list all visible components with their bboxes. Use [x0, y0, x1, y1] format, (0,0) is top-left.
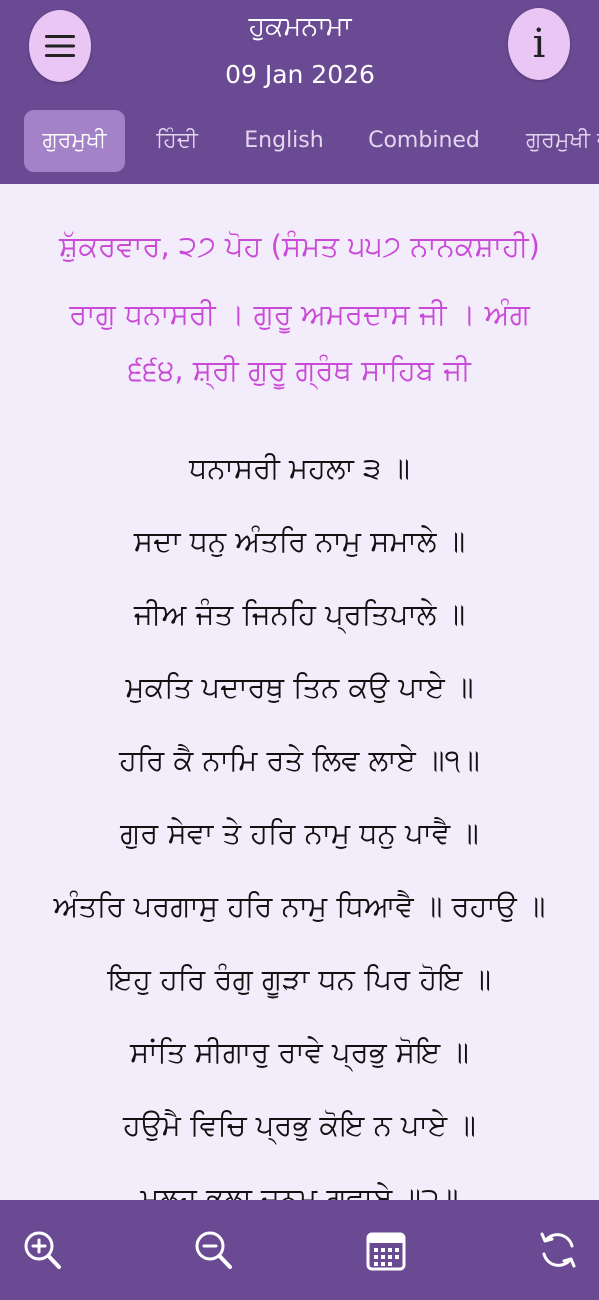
zoom-in-icon	[24, 1231, 61, 1269]
info-icon: i	[532, 21, 546, 67]
app-header: ਹੁਕਮਨਾਮਾ 09 Jan 2026 i ਗੁਰਮੁਖੀ ਹਿੰਦੀ Eng…	[0, 0, 599, 184]
info-button[interactable]: i	[508, 8, 570, 80]
tab-english[interactable]: English	[234, 110, 334, 172]
zoom-in-button[interactable]	[20, 1226, 64, 1274]
calendar-button[interactable]	[364, 1226, 408, 1274]
verse-line: ਸਦਾ ਧਨੁ ਅੰਤਰਿ ਨਾਮੁ ਸਮਾਲੇ ॥	[133, 524, 466, 558]
refresh-icon	[540, 1232, 576, 1268]
hukamnama-content[interactable]: ਸ਼ੁੱਕਰਵਾਰ, ੨੭ ਪੋਹ (ਸੰਮਤ ੫੫੭ ਨਾਨਕਸ਼ਾਹੀ) ਰ…	[0, 184, 599, 1200]
verse-line: ਹਉਮੈ ਵਿਚਿ ਪ੍ਰਭੁ ਕੋਇ ਨ ਪਾਏ ॥	[123, 1108, 476, 1142]
calendar-icon	[366, 1232, 406, 1271]
verse-line: ਅੰਤਰਿ ਪਰਗਾਸੁ ਹਰਿ ਨਾਮੁ ਧਿਆਵੈ ॥ ਰਹਾਉ ॥	[53, 889, 546, 923]
hamburger-menu-icon	[45, 35, 75, 57]
page-title: ਹੁਕਮਨਾਮਾ	[248, 11, 352, 42]
verse-line: ਗੁਰ ਸੇਵਾ ਤੇ ਹਰਿ ਨਾਮੁ ਧਨੁ ਪਾਵੈ ॥	[120, 816, 479, 850]
verse-line: ਮੂਲਹੁ ਭੁਲਾ ਜਨਮੁ ਗਵਾਏ ॥੨॥	[140, 1181, 459, 1200]
tab-combined[interactable]: Combined	[360, 110, 488, 172]
zoom-out-button[interactable]	[191, 1226, 235, 1274]
verse-line: ਇਹੁ ਹਰਿ ਰੰਗੁ ਗੂੜਾ ਧਨ ਪਿਰ ਹੋਇ ॥	[107, 962, 492, 996]
language-tabs: ਗੁਰਮੁਖੀ ਹਿੰਦੀ English Combined ਗੁਰਮੁਖੀ ਵ	[0, 110, 599, 174]
ang-source-line: ੬੬੪, ਸ਼੍ਰੀ ਗੁਰੂ ਗ੍ਰੰਥ ਸਾਹਿਬ ਜੀ	[128, 353, 471, 387]
zoom-out-icon	[195, 1231, 232, 1269]
verse-line: ਹਰਿ ਕੈ ਨਾਮਿ ਰਤੇ ਲਿਵ ਲਾਏ ॥੧॥	[119, 743, 480, 777]
menu-button[interactable]	[29, 10, 91, 82]
verse-line: ਸਾਂਤਿ ਸੀਗਾਰੁ ਰਾਵੇ ਪ੍ਰਭੁ ਸੋਇ ॥	[130, 1035, 469, 1069]
tab-gurmukhi-more[interactable]: ਗੁਰਮੁਖੀ ਵ	[514, 110, 599, 172]
verse-line: ਜੀਅ ਜੰਤ ਜਿਨਹਿ ਪ੍ਰਤਿਪਾਲੇ ॥	[133, 597, 466, 631]
tab-hindi[interactable]: ਹਿੰਦੀ	[138, 110, 216, 172]
raag-author-line: ਰਾਗੁ ਧਨਾਸਰੀ । ਗੁਰੂ ਅਮਰਦਾਸ ਜੀ । ਅੰਗ	[69, 297, 530, 331]
hukamnama-date: 09 Jan 2026	[225, 60, 375, 89]
verse-line: ਮੁਕਤਿ ਪਦਾਰਥੁ ਤਿਨ ਕਉ ਪਾਏ ॥	[125, 670, 474, 704]
nanakshahi-date-line: ਸ਼ੁੱਕਰਵਾਰ, ੨੭ ਪੋਹ (ਸੰਮਤ ੫੫੭ ਨਾਨਕਸ਼ਾਹੀ)	[59, 229, 540, 263]
verse-line: ਧਨਾਸਰੀ ਮਹਲਾ ੩ ॥	[189, 451, 410, 485]
refresh-button[interactable]	[536, 1226, 580, 1274]
bottom-toolbar	[0, 1200, 599, 1300]
tab-gurmukhi[interactable]: ਗੁਰਮੁਖੀ	[24, 110, 125, 172]
